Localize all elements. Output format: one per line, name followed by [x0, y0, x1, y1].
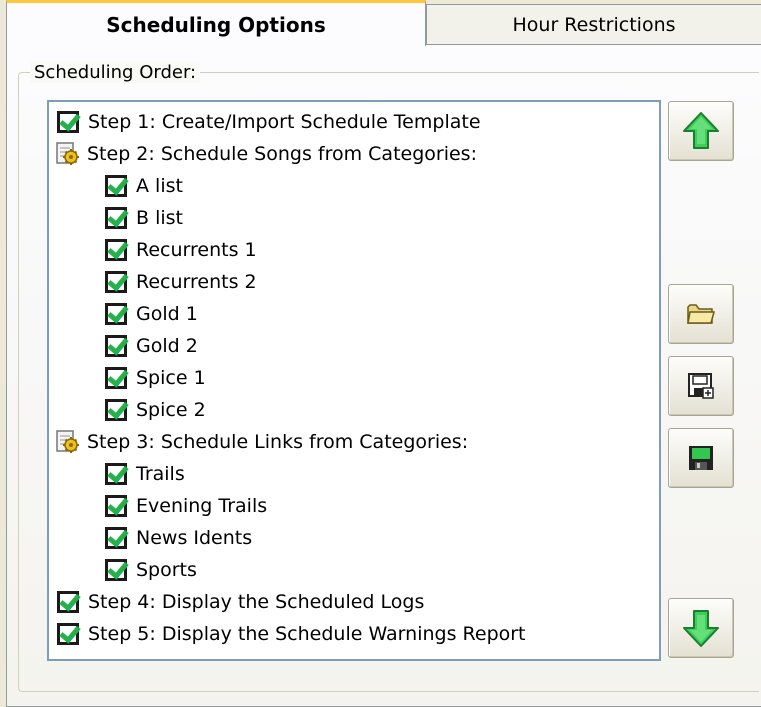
- tree-item-song[interactable]: Gold 2: [105, 331, 198, 361]
- tab-hour-restrictions[interactable]: Hour Restrictions: [426, 4, 761, 44]
- tree-item-label: Spice 1: [136, 367, 206, 389]
- tree-item-song[interactable]: A list: [105, 171, 183, 201]
- checkbox-checked-icon[interactable]: [105, 367, 127, 389]
- tab-scheduling-options[interactable]: Scheduling Options: [6, 0, 426, 46]
- tree-item-link[interactable]: News Idents: [105, 523, 252, 553]
- tree-item-label: Step 3: Schedule Links from Categories:: [87, 431, 469, 453]
- tree-item-song[interactable]: B list: [105, 203, 183, 233]
- scheduling-order-label: Scheduling Order:: [30, 62, 201, 83]
- up-arrow-icon: [683, 112, 719, 149]
- checkbox-checked-icon[interactable]: [105, 495, 127, 517]
- schedule-gear-icon: [56, 430, 79, 453]
- tree-item-label: Step 2: Schedule Songs from Categories:: [87, 143, 477, 165]
- move-up-button[interactable]: [668, 101, 734, 161]
- tree-item-song[interactable]: Spice 1: [105, 363, 206, 393]
- tree-item-step4[interactable]: Step 4: Display the Scheduled Logs: [57, 587, 424, 617]
- tab-hour-restrictions-label: Hour Restrictions: [512, 13, 676, 36]
- down-arrow-icon: [683, 610, 719, 647]
- checkbox-checked-icon[interactable]: [105, 271, 127, 293]
- checkbox-checked-icon[interactable]: [57, 623, 79, 645]
- tree-item-link[interactable]: Trails: [105, 459, 185, 489]
- checkbox-checked-icon[interactable]: [105, 335, 127, 357]
- checkbox-checked-icon[interactable]: [57, 111, 79, 133]
- tree-item-link[interactable]: Evening Trails: [105, 491, 267, 521]
- schedule-gear-icon: [56, 142, 79, 165]
- checkbox-checked-icon[interactable]: [105, 527, 127, 549]
- save-button[interactable]: [668, 428, 734, 488]
- tree-item-step5[interactable]: Step 5: Display the Schedule Warnings Re…: [57, 619, 526, 649]
- checkbox-checked-icon[interactable]: [105, 399, 127, 421]
- tree-item-label: Sports: [136, 559, 197, 581]
- open-button[interactable]: [668, 284, 734, 344]
- tree-item-label: A list: [136, 175, 183, 197]
- scheduling-order-tree[interactable]: Step 1: Create/Import Schedule Template …: [47, 100, 661, 661]
- tree-item-song[interactable]: Gold 1: [105, 299, 198, 329]
- move-down-button[interactable]: [668, 598, 734, 658]
- checkbox-checked-icon[interactable]: [105, 239, 127, 261]
- tree-item-label: Step 5: Display the Schedule Warnings Re…: [88, 623, 526, 645]
- tree-item-song[interactable]: Recurrents 2: [105, 267, 257, 297]
- save-icon: [689, 446, 713, 470]
- tree-item-label: Step 4: Display the Scheduled Logs: [88, 591, 425, 613]
- folder-icon: [687, 304, 715, 324]
- checkbox-checked-icon[interactable]: [105, 303, 127, 325]
- tree-item-song[interactable]: Recurrents 1: [105, 235, 257, 265]
- checkbox-checked-icon[interactable]: [105, 559, 127, 581]
- tree-item-link[interactable]: Sports: [105, 555, 197, 585]
- tree-item-label: Evening Trails: [136, 495, 268, 517]
- tab-scheduling-options-label: Scheduling Options: [106, 12, 326, 37]
- tree-item-label: Gold 2: [136, 335, 198, 357]
- tree-item-label: Gold 1: [136, 303, 198, 325]
- tree-item-label: Step 1: Create/Import Schedule Template: [88, 111, 481, 133]
- tree-item-step3[interactable]: Step 3: Schedule Links from Categories:: [55, 427, 468, 457]
- tree-item-label: Recurrents 1: [136, 239, 257, 261]
- tree-item-label: Trails: [136, 463, 185, 485]
- checkbox-checked-icon[interactable]: [105, 175, 127, 197]
- tree-item-song[interactable]: Spice 2: [105, 395, 206, 425]
- save-as-button[interactable]: [668, 356, 734, 416]
- tree-item-label: News Idents: [136, 527, 253, 549]
- checkbox-checked-icon[interactable]: [105, 207, 127, 229]
- checkbox-checked-icon[interactable]: [57, 591, 79, 613]
- tree-item-label: Spice 2: [136, 399, 206, 421]
- tree-item-step1[interactable]: Step 1: Create/Import Schedule Template: [57, 107, 481, 137]
- tree-item-step2[interactable]: Step 2: Schedule Songs from Categories:: [55, 139, 477, 169]
- tree-item-label: B list: [136, 207, 183, 229]
- checkbox-checked-icon[interactable]: [105, 463, 127, 485]
- save-as-icon: [688, 373, 714, 399]
- tree-item-label: Recurrents 2: [136, 271, 257, 293]
